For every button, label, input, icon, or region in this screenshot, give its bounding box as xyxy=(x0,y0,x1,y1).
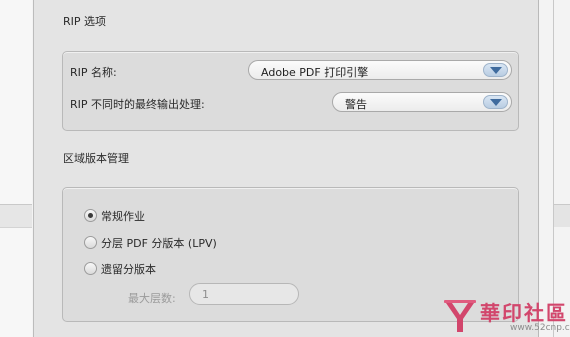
printer-logo-icon xyxy=(444,300,476,332)
rip-mismatch-label: RIP 不同时的最终输出处理: xyxy=(70,98,205,111)
background-toolbar-strip xyxy=(0,204,32,228)
rip-mismatch-dropdown[interactable]: 警告 xyxy=(332,92,512,112)
max-layers-input[interactable] xyxy=(189,283,299,305)
background-window-right xyxy=(538,0,570,337)
radio-label[interactable]: 常规作业 xyxy=(101,208,145,224)
radio-selected-dot xyxy=(88,213,93,218)
radio-button[interactable] xyxy=(84,236,97,249)
watermark-brand-text: 華印社區 xyxy=(480,301,568,325)
rip-mismatch-value: 警告 xyxy=(345,98,367,111)
chevron-down-icon[interactable] xyxy=(483,95,508,109)
rip-options-group: RIP 名称: Adobe PDF 打印引擎 RIP 不同时的最终输出处理: 警… xyxy=(62,51,519,131)
rip-name-value: Adobe PDF 打印引擎 xyxy=(261,66,369,79)
radio-button[interactable] xyxy=(84,262,97,275)
rip-options-title: RIP 选项 xyxy=(63,15,107,28)
watermark: 華印社區 www.52cnp.com xyxy=(440,296,570,337)
radio-label[interactable]: 分层 PDF 分版本 (LPV) xyxy=(101,235,217,251)
rip-name-label: RIP 名称: xyxy=(70,66,117,79)
region-versioning-title: 区域版本管理 xyxy=(63,152,129,165)
background-toolbar-strip xyxy=(554,204,570,227)
radio-button[interactable] xyxy=(84,209,97,222)
radio-label[interactable]: 遗留分版本 xyxy=(101,261,156,277)
max-layers-label: 最大层数: xyxy=(128,292,176,305)
rip-name-dropdown[interactable]: Adobe PDF 打印引擎 xyxy=(248,60,512,80)
watermark-url: www.52cnp.com xyxy=(510,323,570,333)
background-window-left xyxy=(0,0,32,337)
divider xyxy=(553,0,554,337)
chevron-down-icon[interactable] xyxy=(483,63,508,77)
